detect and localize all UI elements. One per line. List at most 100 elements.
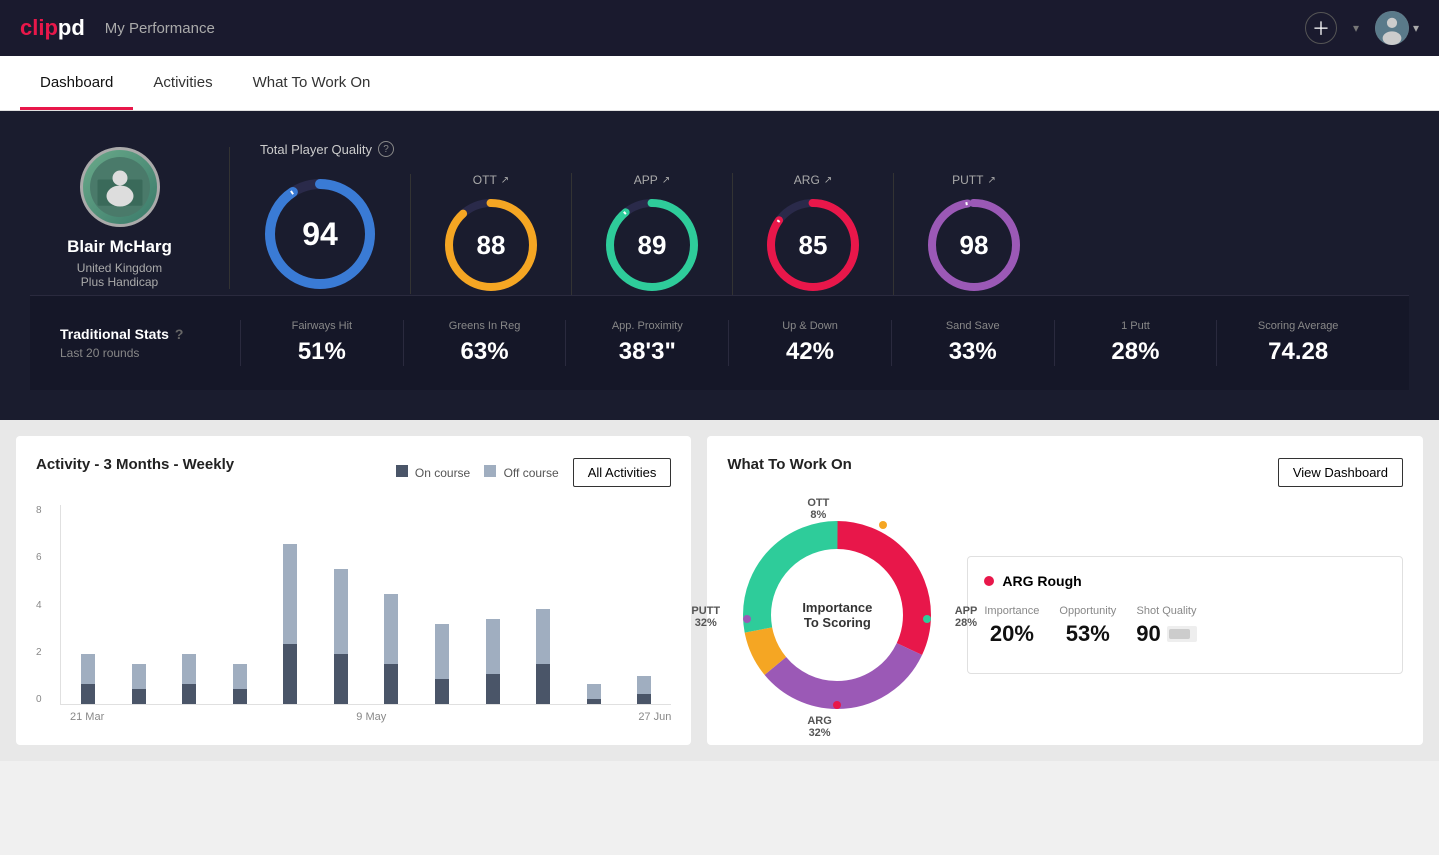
header-right: ＋ ▾ ▾ — [1305, 11, 1419, 45]
nav-tabs: Dashboard Activities What To Work On — [0, 56, 1439, 111]
what-to-work-on-panel: What To Work On View Dashboard Imp — [707, 436, 1423, 745]
traditional-stats: Traditional Stats ? Last 20 rounds Fairw… — [30, 295, 1409, 390]
quality-help-icon[interactable]: ? — [378, 141, 394, 157]
bar-6-light — [384, 594, 398, 664]
importance-stat: Importance 20% — [984, 605, 1039, 647]
bar-5-light — [334, 569, 348, 654]
score-arg: ARG ↗ 85 — [733, 173, 894, 295]
bar-9-dark — [536, 664, 550, 704]
donut-chart: Importance To Scoring OTT 8% APP 28% ARG — [727, 505, 947, 725]
putt-donut-label: PUTT 32% — [691, 605, 720, 629]
scores-row: 94 OTT ↗ 88 — [260, 173, 1409, 295]
shot-quality-stat: Shot Quality 90 — [1136, 605, 1196, 647]
quality-section: Total Player Quality ? 94 — [230, 141, 1409, 295]
main-score-value: 94 — [302, 216, 338, 253]
user-chevron-icon: ▾ — [1413, 21, 1419, 35]
bar-3 — [217, 654, 264, 704]
bar-0 — [65, 654, 112, 704]
trad-stats-grid: Fairways Hit 51% Greens In Reg 63% App. … — [240, 320, 1379, 366]
donut-center: Importance To Scoring — [802, 600, 872, 630]
player-name: Blair McHarg — [67, 237, 172, 257]
quality-label: Total Player Quality ? — [260, 141, 1409, 157]
bar-1-dark — [132, 689, 146, 704]
off-course-legend: Off course — [484, 465, 558, 480]
add-button[interactable]: ＋ — [1305, 12, 1337, 44]
gauge-arg: 85 — [763, 195, 863, 295]
bar-10-dark — [587, 699, 601, 704]
player-country: United Kingdom — [77, 261, 162, 275]
header-title: My Performance — [105, 20, 215, 37]
putt-score-value: 98 — [960, 230, 989, 261]
shot-quality-bar-mini — [1167, 626, 1197, 642]
bar-6 — [368, 504, 415, 704]
trad-subtitle: Last 20 rounds — [60, 346, 240, 360]
bar-7 — [419, 504, 466, 704]
player-handicap: Plus Handicap — [81, 275, 158, 289]
bar-3-light — [233, 664, 247, 689]
trad-stat-proximity: App. Proximity 38'3" — [565, 320, 728, 366]
bar-9-light — [536, 609, 550, 664]
bar-7-dark — [435, 679, 449, 704]
trad-help-icon[interactable]: ? — [175, 326, 184, 342]
player-info: Blair McHarg United Kingdom Plus Handica… — [30, 147, 230, 289]
putt-arrow-icon: ↗ — [987, 175, 995, 186]
ott-arrow-icon: ↗ — [501, 175, 509, 186]
ott-donut-label: OTT 8% — [807, 497, 829, 521]
tab-dashboard[interactable]: Dashboard — [20, 56, 133, 110]
plus-icon: ＋ — [1312, 15, 1330, 41]
shot-quality-row: 90 — [1136, 621, 1196, 647]
opportunity-stat: Opportunity 53% — [1059, 605, 1116, 647]
arg-info-card: ARG Rough Importance 20% Opportunity 53%… — [967, 556, 1403, 674]
view-dashboard-button[interactable]: View Dashboard — [1278, 458, 1403, 487]
chart-area: 8 6 4 2 0 — [36, 505, 671, 723]
hero-section: Blair McHarg United Kingdom Plus Handica… — [0, 111, 1439, 420]
bar-2-light — [182, 654, 196, 684]
user-avatar-button[interactable]: ▾ — [1375, 11, 1419, 45]
score-main: 94 — [260, 174, 411, 294]
logo-text: clippd — [20, 15, 85, 41]
app-arrow-icon: ↗ — [662, 175, 670, 186]
bar-9 — [520, 504, 567, 704]
bar-8-light — [486, 619, 500, 674]
on-course-dot — [396, 465, 408, 477]
logo[interactable]: clippd — [20, 15, 85, 41]
add-chevron: ▾ — [1353, 21, 1359, 35]
app-label: APP ↗ — [634, 173, 670, 187]
bar-11 — [621, 504, 668, 704]
bar-7-light — [435, 624, 449, 679]
bars-container — [60, 505, 671, 705]
trad-stat-greens: Greens In Reg 63% — [403, 320, 566, 366]
arg-label: ARG ↗ — [794, 173, 832, 187]
activity-chart-panel: Activity - 3 Months - Weekly On course O… — [16, 436, 691, 745]
trad-title: Traditional Stats ? — [60, 326, 240, 342]
bar-4-light — [283, 544, 297, 644]
ott-score-value: 88 — [477, 230, 506, 261]
bar-4 — [267, 504, 314, 704]
gauge-app: 89 — [602, 195, 702, 295]
bar-11-light — [637, 676, 651, 694]
score-ott: OTT ↗ 88 — [411, 173, 572, 295]
all-activities-button[interactable]: All Activities — [573, 458, 672, 487]
arg-arrow-icon: ↗ — [824, 175, 832, 186]
on-course-legend: On course — [396, 465, 471, 480]
x-axis-labels: 21 Mar 9 May 27 Jun — [60, 711, 671, 723]
bar-1-light — [132, 664, 146, 689]
trad-stat-oneputt: 1 Putt 28% — [1054, 320, 1217, 366]
bar-11-dark — [637, 694, 651, 704]
bar-0-dark — [81, 684, 95, 704]
bottom-panels: Activity - 3 Months - Weekly On course O… — [0, 420, 1439, 761]
bar-0-light — [81, 654, 95, 684]
gauge-main: 94 — [260, 174, 380, 294]
bar-10-light — [587, 684, 601, 699]
trad-stat-scoring: Scoring Average 74.28 — [1216, 320, 1379, 366]
y-axis: 8 6 4 2 0 — [36, 505, 42, 705]
bar-5-dark — [334, 654, 348, 704]
bar-2-dark — [182, 684, 196, 704]
chart-legend: On course Off course — [396, 465, 559, 480]
bar-8 — [469, 504, 516, 704]
work-header: What To Work On View Dashboard — [727, 456, 1403, 489]
chart-header: Activity - 3 Months - Weekly On course O… — [36, 456, 671, 489]
tab-activities[interactable]: Activities — [133, 56, 232, 110]
tab-what-to-work-on[interactable]: What To Work On — [233, 56, 391, 110]
player-avatar — [80, 147, 160, 227]
